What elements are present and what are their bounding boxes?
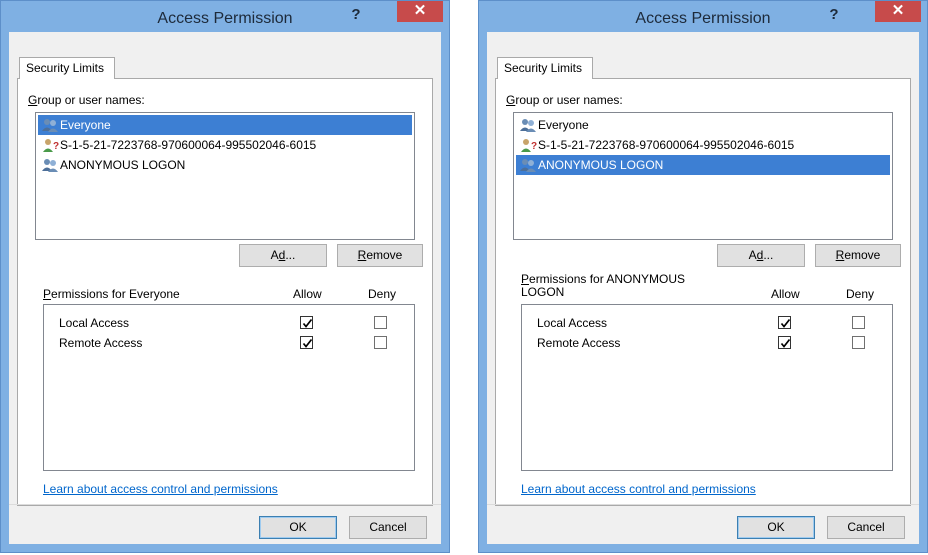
svg-text:?: ? — [531, 141, 537, 152]
unknown-user-icon: ? — [521, 139, 537, 152]
group-user-names-label: Group or user names: — [28, 93, 145, 107]
dialog-client-area: Security Limits Group or user names: Eve… — [487, 32, 919, 544]
dialog-title: Access Permission — [157, 10, 293, 27]
ok-button[interactable]: OK — [737, 516, 815, 539]
allow-column-header: Allow — [771, 287, 800, 301]
allow-column-header: Allow — [293, 287, 322, 301]
deny-checkbox[interactable] — [374, 316, 387, 329]
group-user-listbox[interactable]: Everyone ? S-1-5-21-7223768-970600064-99… — [513, 112, 893, 240]
list-item-label: Everyone — [538, 118, 589, 132]
list-item-sid[interactable]: ? S-1-5-21-7223768-970600064-995502046-6… — [38, 135, 412, 155]
deny-column-header: Deny — [368, 287, 397, 301]
separator — [9, 504, 441, 505]
access-permission-dialog-2: Access Permission ? ✕ Security Limits Gr… — [478, 0, 928, 553]
remove-button[interactable]: Remove — [337, 244, 423, 267]
cancel-button[interactable]: Cancel — [827, 516, 905, 539]
help-button[interactable]: ? — [339, 3, 373, 29]
permission-row-remote-access: Remote Access — [522, 333, 892, 353]
users-group-icon — [520, 119, 536, 132]
list-item-everyone[interactable]: Everyone — [516, 115, 890, 135]
access-control-help-link[interactable]: Learn about access control and permissio… — [521, 482, 756, 496]
group-user-names-label: Group or user names: — [506, 93, 623, 107]
group-user-listbox[interactable]: Everyone ? S-1-5-21-7223768-970600064-99… — [35, 112, 415, 240]
list-item-label: ANONYMOUS LOGON — [60, 158, 186, 172]
remove-button[interactable]: Remove — [815, 244, 901, 267]
permission-row-remote-access: Remote Access — [44, 333, 414, 353]
permission-name: Local Access — [59, 316, 130, 330]
svg-text:?: ? — [53, 141, 59, 152]
permissions-list: Local Access Remote Access — [521, 304, 893, 471]
deny-column-header: Deny — [846, 287, 875, 301]
permission-row-local-access: Local Access — [44, 313, 414, 333]
permission-name: Remote Access — [537, 336, 621, 350]
permissions-for-label: Permissions for Everyone — [43, 287, 180, 301]
close-button[interactable]: ✕ — [397, 1, 443, 22]
list-item-label: ANONYMOUS LOGON — [538, 158, 664, 172]
allow-checkbox[interactable] — [300, 336, 313, 349]
deny-checkbox[interactable] — [852, 336, 865, 349]
list-item-everyone[interactable]: Everyone — [38, 115, 412, 135]
add-button[interactable]: Ad... — [239, 244, 327, 267]
list-item-anonymous-logon[interactable]: ANONYMOUS LOGON — [38, 155, 412, 175]
title-bar[interactable]: Access Permission ? ✕ — [1, 1, 449, 32]
deny-checkbox[interactable] — [852, 316, 865, 329]
cancel-button[interactable]: Cancel — [349, 516, 427, 539]
permission-name: Remote Access — [59, 336, 143, 350]
list-item-label: S-1-5-21-7223768-970600064-995502046-601… — [60, 138, 317, 152]
access-permission-dialog-1: Access Permission ? ✕ Security Limits Gr… — [0, 0, 450, 553]
dialog-title: Access Permission — [635, 10, 771, 27]
ok-button[interactable]: OK — [259, 516, 337, 539]
permission-row-local-access: Local Access — [522, 313, 892, 333]
list-item-label: Everyone — [60, 118, 111, 132]
users-group-icon — [42, 159, 58, 172]
allow-checkbox[interactable] — [778, 316, 791, 329]
separator — [487, 504, 919, 505]
close-button[interactable]: ✕ — [875, 1, 921, 22]
permissions-for-label: Permissions for ANONYMOUS LOGON — [521, 272, 686, 299]
list-item-label: S-1-5-21-7223768-970600064-995502046-601… — [538, 138, 795, 152]
users-group-icon — [520, 159, 536, 172]
add-button[interactable]: Ad... — [717, 244, 805, 267]
permissions-list: Local Access Remote Access — [43, 304, 415, 471]
unknown-user-icon: ? — [43, 139, 59, 152]
tab-security-limits[interactable]: Security Limits — [19, 57, 115, 79]
allow-checkbox[interactable] — [300, 316, 313, 329]
dialog-client-area: Security Limits Group or user names: Eve… — [9, 32, 441, 544]
deny-checkbox[interactable] — [374, 336, 387, 349]
permission-name: Local Access — [537, 316, 608, 330]
tab-security-limits[interactable]: Security Limits — [497, 57, 593, 79]
help-button[interactable]: ? — [817, 3, 851, 29]
list-item-anonymous-logon[interactable]: ANONYMOUS LOGON — [516, 155, 890, 175]
allow-checkbox[interactable] — [778, 336, 791, 349]
access-control-help-link[interactable]: Learn about access control and permissio… — [43, 482, 278, 496]
list-item-sid[interactable]: ? S-1-5-21-7223768-970600064-995502046-6… — [516, 135, 890, 155]
title-bar[interactable]: Access Permission ? ✕ — [479, 1, 927, 32]
users-group-icon — [42, 119, 58, 132]
